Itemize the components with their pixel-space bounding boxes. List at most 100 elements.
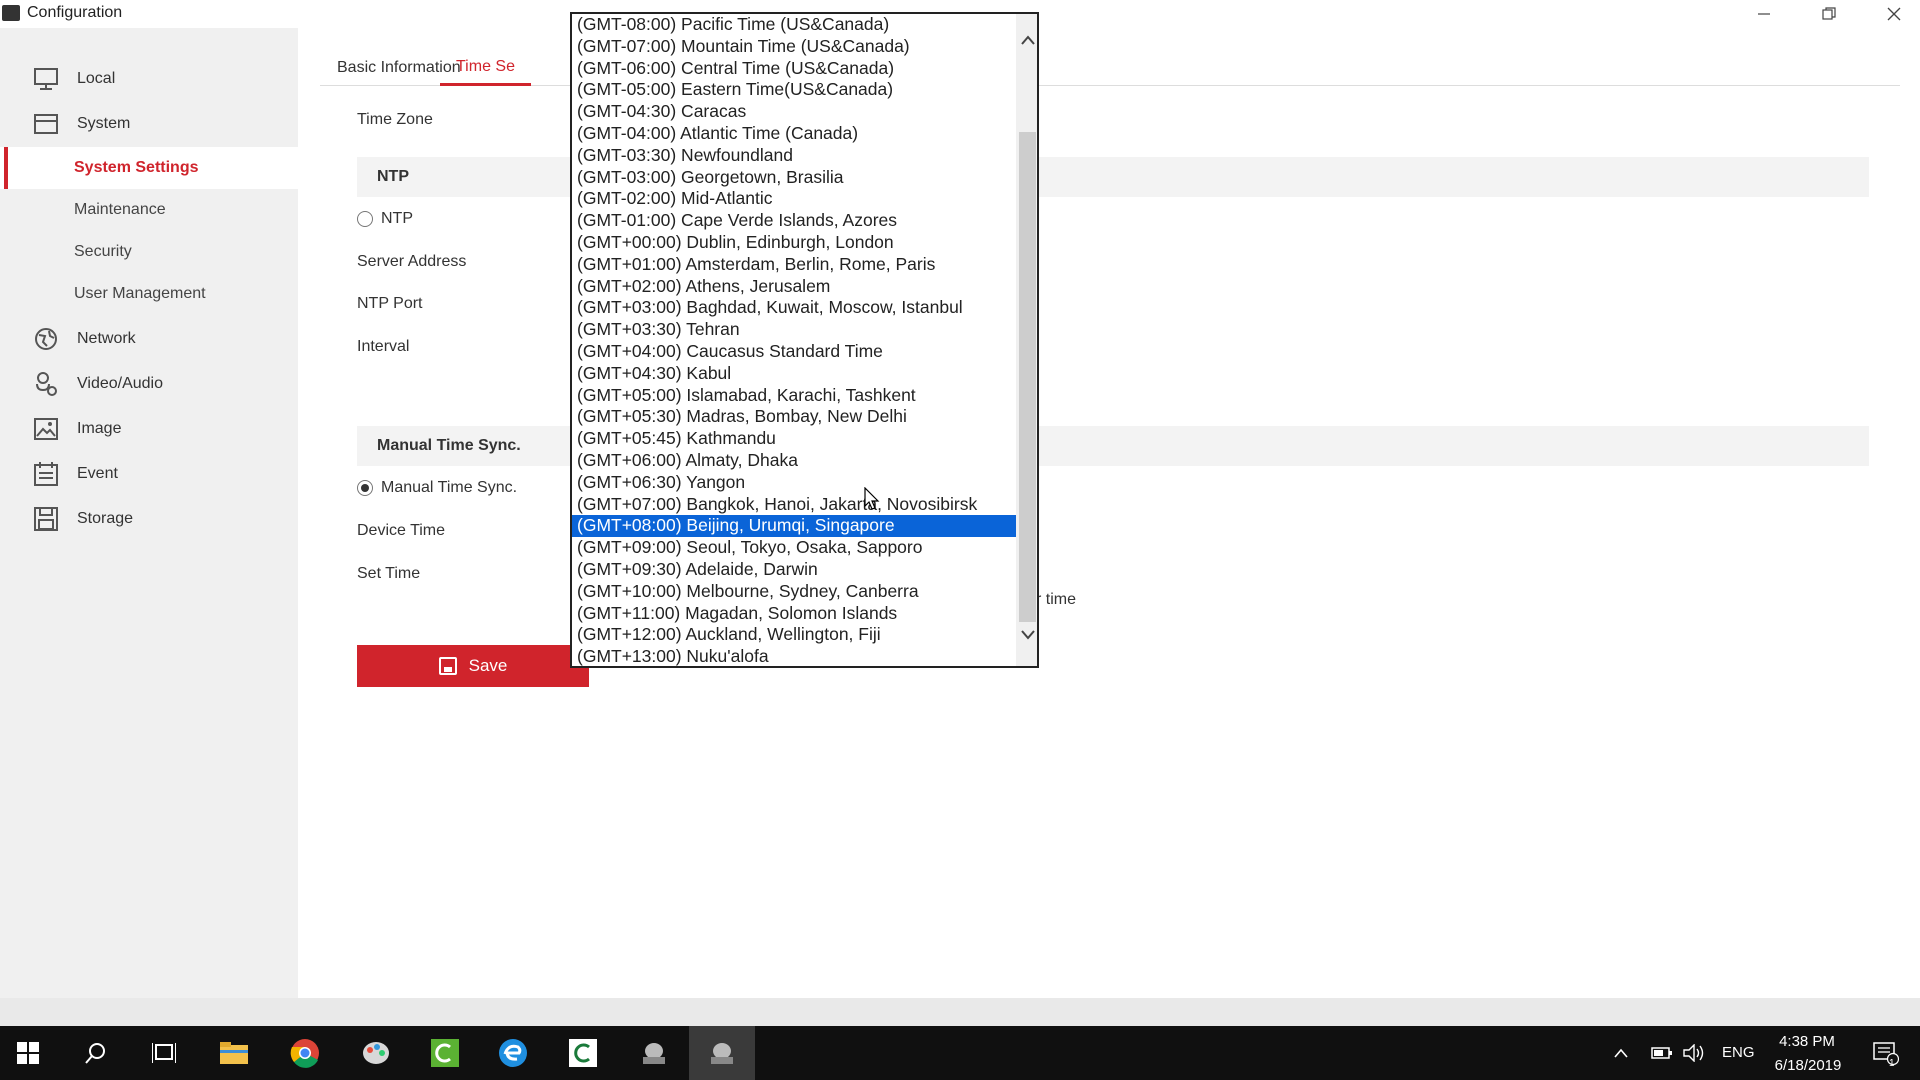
taskbar-app-green[interactable] xyxy=(425,1033,465,1073)
sidebar-item-image[interactable]: Image xyxy=(0,407,298,451)
timezone-option[interactable]: (GMT+06:30) Yangon xyxy=(572,472,1016,494)
sidebar-item-system[interactable]: System xyxy=(0,102,298,146)
window-title: Configuration xyxy=(27,4,123,21)
timezone-option[interactable]: (GMT+09:00) Seoul, Tokyo, Osaka, Sapporo xyxy=(572,537,1016,559)
sidebar-item-storage[interactable]: Storage xyxy=(0,497,298,541)
timezone-option[interactable]: (GMT+08:00) Beijing, Urumqi, Singapore xyxy=(572,515,1016,538)
timezone-option[interactable]: (GMT-07:00) Mountain Time (US&Canada) xyxy=(572,36,1016,58)
task-view-button[interactable] xyxy=(144,1033,184,1073)
sidebar-item-event[interactable]: Event xyxy=(0,452,298,496)
sidebar-sub-user-management[interactable]: User Management xyxy=(0,273,298,315)
sidebar-sub-label: Maintenance xyxy=(74,201,166,218)
action-center-button[interactable]: 1 xyxy=(1866,1033,1906,1073)
timezone-option[interactable]: (GMT+05:45) Kathmandu xyxy=(572,428,1016,450)
interval-label: Interval xyxy=(357,338,410,355)
battery-button[interactable] xyxy=(1648,1033,1676,1073)
timezone-option[interactable]: (GMT+01:00) Amsterdam, Berlin, Rome, Par… xyxy=(572,254,1016,276)
taskbar-app-c[interactable] xyxy=(563,1033,603,1073)
sidebar-item-local[interactable]: Local xyxy=(0,57,298,101)
tray-overflow-button[interactable] xyxy=(1607,1033,1635,1073)
app-icon xyxy=(2,5,20,21)
timezone-option[interactable]: (GMT+07:00) Bangkok, Hanoi, Jakarta, Nov… xyxy=(572,494,1016,516)
close-icon xyxy=(1887,7,1901,21)
notification-icon xyxy=(1873,1042,1899,1065)
task-view-icon xyxy=(152,1043,176,1063)
ntp-section-title: NTP xyxy=(377,168,409,185)
timezone-option[interactable]: (GMT+09:30) Adelaide, Darwin xyxy=(572,559,1016,581)
timezone-option[interactable]: (GMT+11:00) Magadan, Solomon Islands xyxy=(572,603,1016,625)
sidebar-item-video-audio[interactable]: Video/Audio xyxy=(0,362,298,406)
timezone-option[interactable]: (GMT+03:00) Baghdad, Kuwait, Moscow, Ist… xyxy=(572,297,1016,319)
chrome-icon xyxy=(290,1039,319,1068)
scroll-up-button[interactable] xyxy=(1016,27,1037,53)
sidebar-item-label: Image xyxy=(77,420,122,437)
timezone-option[interactable]: (GMT+04:00) Caucasus Standard Time xyxy=(572,341,1016,363)
timezone-option[interactable]: (GMT-01:00) Cape Verde Islands, Azores xyxy=(572,210,1016,232)
volume-button[interactable] xyxy=(1681,1033,1709,1073)
camera-client-icon xyxy=(643,1043,665,1064)
clock-date[interactable]: 6/18/2019 xyxy=(1768,1057,1848,1074)
dropdown-scrollbar[interactable] xyxy=(1016,14,1037,666)
sidebar-item-label: Event xyxy=(77,465,118,482)
battery-icon xyxy=(1651,1047,1672,1059)
timezone-option[interactable]: (GMT+03:30) Tehran xyxy=(572,319,1016,341)
taskbar-app-client-active[interactable] xyxy=(689,1026,755,1080)
timezone-option[interactable]: (GMT+13:00) Nuku'alofa xyxy=(572,646,1016,666)
timezone-dropdown-list[interactable]: (GMT-08:00) Pacific Time (US&Canada) (GMT… xyxy=(570,12,1039,668)
chevron-down-icon xyxy=(1020,630,1035,640)
timezone-option[interactable]: (GMT+02:00) Athens, Jerusalem xyxy=(572,276,1016,298)
taskbar-chrome[interactable] xyxy=(285,1033,325,1073)
status-strip xyxy=(0,998,1920,1026)
taskbar-app-paint[interactable] xyxy=(356,1033,396,1073)
sidebar-sub-system-settings[interactable]: System Settings xyxy=(0,147,298,189)
sidebar-sub-label: System Settings xyxy=(74,159,199,176)
clock-time[interactable]: 4:38 PM xyxy=(1777,1033,1837,1050)
taskbar: ENG 4:38 PM 6/18/2019 1 xyxy=(0,1026,1920,1080)
save-button[interactable]: Save xyxy=(357,645,589,687)
taskbar-file-explorer[interactable] xyxy=(214,1033,254,1073)
manual-sync-radio[interactable]: Manual Time Sync. xyxy=(357,479,517,497)
sidebar-item-network[interactable]: Network xyxy=(0,317,298,361)
timezone-option[interactable]: (GMT-04:30) Caracas xyxy=(572,101,1016,123)
scroll-down-button[interactable] xyxy=(1016,622,1037,648)
scroll-thumb[interactable] xyxy=(1019,132,1036,622)
timezone-option[interactable]: (GMT-03:00) Georgetown, Brasilia xyxy=(572,167,1016,189)
manual-sync-radio-label: Manual Time Sync. xyxy=(381,479,518,496)
sidebar-item-label: System xyxy=(77,115,131,132)
close-button[interactable] xyxy=(1871,0,1917,28)
window-icon xyxy=(34,112,58,136)
minimize-button[interactable] xyxy=(1741,0,1787,28)
taskbar-app-edge[interactable] xyxy=(493,1033,533,1073)
palette-icon xyxy=(363,1042,389,1064)
chevron-up-icon xyxy=(1614,1048,1628,1058)
timezone-option[interactable]: (GMT+00:00) Dublin, Edinburgh, London xyxy=(572,232,1016,254)
timezone-option[interactable]: (GMT-02:00) Mid-Atlantic xyxy=(572,188,1016,210)
timezone-option[interactable]: (GMT-08:00) Pacific Time (US&Canada) xyxy=(572,14,1016,36)
timezone-option[interactable]: (GMT+06:00) Almaty, Dhaka xyxy=(572,450,1016,472)
monitor-icon xyxy=(34,67,58,91)
microphone-icon xyxy=(34,372,58,396)
start-button[interactable] xyxy=(8,1033,48,1073)
floppy-icon xyxy=(34,507,58,531)
tab-time-settings[interactable]: Time Se xyxy=(440,50,531,86)
camera-client-icon xyxy=(711,1043,733,1064)
restore-button[interactable] xyxy=(1806,0,1852,28)
timezone-option[interactable]: (GMT-06:00) Central Time (US&Canada) xyxy=(572,58,1016,80)
timezone-option[interactable]: (GMT-05:00) Eastern Time(US&Canada) xyxy=(572,79,1016,101)
timezone-option[interactable]: (GMT+05:30) Madras, Bombay, New Delhi xyxy=(572,406,1016,428)
timezone-option[interactable]: (GMT+10:00) Melbourne, Sydney, Canberra xyxy=(572,581,1016,603)
taskbar-app-client[interactable] xyxy=(634,1033,674,1073)
timezone-option[interactable]: (GMT-04:00) Atlantic Time (Canada) xyxy=(572,123,1016,145)
timezone-option[interactable]: (GMT-03:30) Newfoundland xyxy=(572,145,1016,167)
language-indicator[interactable]: ENG xyxy=(1722,1044,1755,1061)
sidebar-sub-maintenance[interactable]: Maintenance xyxy=(0,189,298,231)
chevron-up-icon xyxy=(1020,35,1035,45)
timezone-option[interactable]: (GMT+12:00) Auckland, Wellington, Fiji xyxy=(572,624,1016,646)
device-time-label: Device Time xyxy=(357,522,446,539)
timezone-option[interactable]: (GMT+04:30) Kabul xyxy=(572,363,1016,385)
taskbar-search-button[interactable] xyxy=(76,1033,116,1073)
timezone-option[interactable]: (GMT+05:00) Islamabad, Karachi, Tashkent xyxy=(572,385,1016,407)
ntp-radio[interactable]: NTP xyxy=(357,210,413,228)
ntp-radio-label: NTP xyxy=(381,210,413,227)
sidebar-sub-security[interactable]: Security xyxy=(0,231,298,273)
